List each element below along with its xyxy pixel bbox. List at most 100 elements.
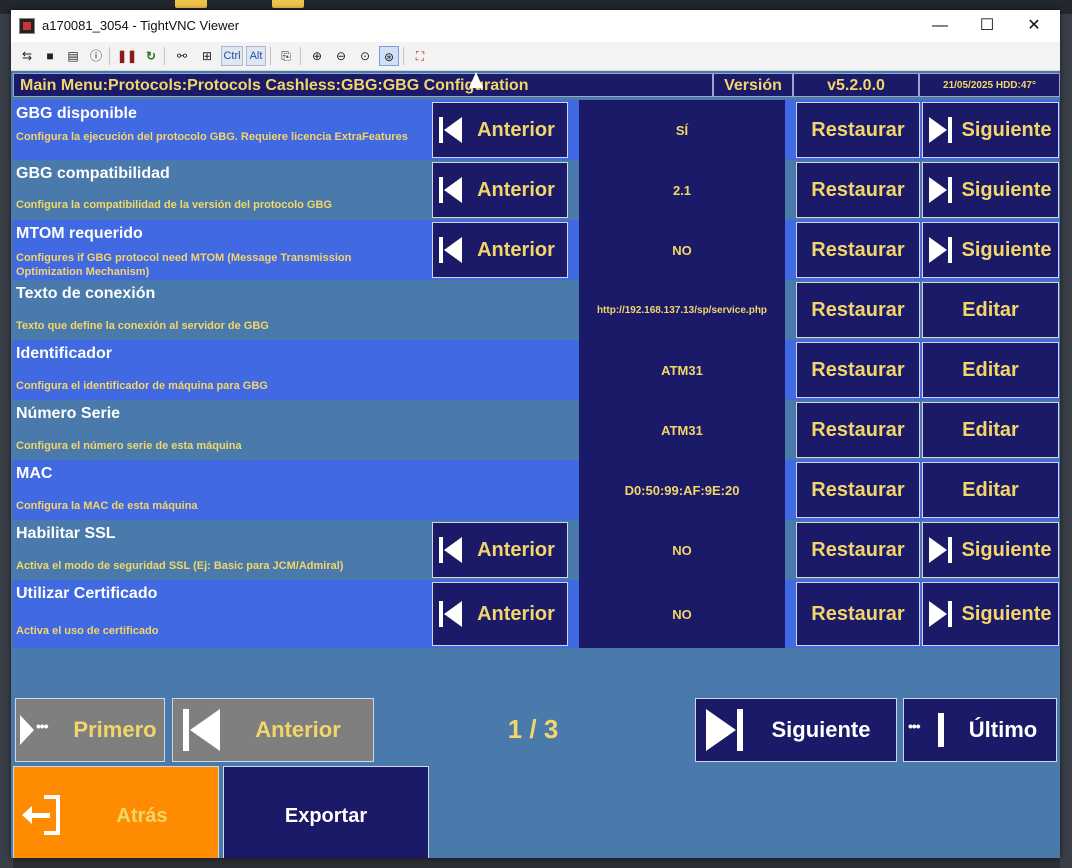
restore-button[interactable]: Restaurar [796,582,920,646]
exit-door-icon [22,793,66,839]
first-page-button[interactable]: Primero [15,698,165,762]
prev-option-button[interactable]: Anterior [432,522,568,578]
setting-row-gbg-disponible: GBG disponible Configura la ejecución de… [13,100,1060,160]
setting-title: Identificador [16,345,113,362]
new-connection-icon[interactable]: ⇆ [17,46,37,66]
close-button[interactable]: ✕ [1011,10,1057,42]
setting-row-mac: MAC Configura la MAC de esta máquina D0:… [13,460,1060,520]
restore-button[interactable]: Restaurar [796,342,920,398]
zoom-in-icon[interactable]: ⊕ [307,46,327,66]
setting-description: Configura el identificador de máquina pa… [16,380,268,392]
setting-description: Configures if GBG protocol need MTOM (Me… [16,252,352,278]
edit-button[interactable]: Editar [922,462,1059,518]
fullscreen-icon[interactable]: ⛶ [410,46,430,66]
next-option-button[interactable]: Siguiente [922,582,1059,646]
info-icon[interactable]: ⓘ [86,46,106,66]
setting-description: Texto que define la conexión al servidor… [16,320,269,332]
desktop-right-edge [1060,14,1072,868]
pause-icon[interactable]: ❚❚ [117,46,137,66]
window-title: a170081_3054 - TightVNC Viewer [42,18,240,33]
zoom-fit-icon[interactable]: ⊛ [379,46,399,66]
next-option-button[interactable]: Siguiente [922,102,1059,158]
next-icon [929,235,955,265]
windows-key-icon[interactable]: ⊞ [197,46,217,66]
alt-toggle-button[interactable]: Alt [246,46,266,66]
previous-icon [439,599,465,629]
restore-button[interactable]: Restaurar [796,282,920,338]
status-date-hdd: 21/05/2025 HDD:47° [919,73,1060,97]
setting-row-gbg-compatibilidad: GBG compatibilidad Configura la compatib… [13,160,1060,220]
window-titlebar: a170081_3054 - TightVNC Viewer — ☐ ✕ [11,10,1060,42]
setting-value: NO [579,520,785,580]
next-page-icon [706,707,746,753]
prev-option-button[interactable]: Anterior [432,582,568,646]
edit-button[interactable]: Editar [922,402,1059,458]
version-value: v5.2.0.0 [793,73,919,97]
previous-icon [439,535,465,565]
save-icon[interactable]: ■ [40,46,60,66]
options-icon[interactable]: ▤ [63,46,83,66]
setting-value: SÍ [579,100,785,160]
edit-button[interactable]: Editar [922,342,1059,398]
restore-button[interactable]: Restaurar [796,402,920,458]
vnc-app-icon [19,18,35,34]
next-icon [929,115,955,145]
setting-row-numero-serie: Número Serie Configura el número serie d… [13,400,1060,460]
setting-title: MTOM requerido [16,225,143,242]
mouse-cursor-icon [469,72,483,88]
setting-row-habilitar-ssl: Habilitar SSL Activa el modo de segurida… [13,520,1060,580]
restore-button[interactable]: Restaurar [796,162,920,218]
page-indicator: 1 / 3 [507,714,559,744]
setting-value: D0:50:99:AF:9E:20 [579,460,785,520]
setting-row-mtom-requerido: MTOM requerido Configures if GBG protoco… [13,220,1060,280]
toolbar-divider [164,47,165,65]
next-page-button[interactable]: Siguiente [695,698,897,762]
restore-button[interactable]: Restaurar [796,462,920,518]
export-button[interactable]: Exportar [223,766,429,858]
last-page-icon [908,713,950,747]
restore-button[interactable]: Restaurar [796,102,920,158]
ctrl-alt-del-icon[interactable]: ⚯ [172,46,192,66]
toolbar-divider [270,47,271,65]
setting-title: Número Serie [16,405,121,422]
previous-page-icon [183,707,223,753]
setting-row-utilizar-certificado: Utilizar Certificado Activa el uso de ce… [13,580,1060,648]
setting-description: Activa el uso de certificado [16,625,159,637]
setting-value: NO [579,580,785,648]
remote-screen: Main Menu:Protocols:Protocols Cashless:G… [13,72,1060,858]
previous-icon [439,235,465,265]
setting-description: Configura la ejecución del protocolo GBG… [16,131,408,143]
previous-icon [439,175,465,205]
next-option-button[interactable]: Siguiente [922,162,1059,218]
first-page-icon [20,715,66,745]
ctrl-toggle-button[interactable]: Ctrl [221,46,243,66]
next-icon [929,535,955,565]
zoom-out-icon[interactable]: ⊖ [331,46,351,66]
prev-option-button[interactable]: Anterior [432,222,568,278]
setting-row-identificador: Identificador Configura el identificador… [13,340,1060,400]
maximize-button[interactable]: ☐ [964,10,1010,42]
minimize-button[interactable]: — [917,10,963,42]
restore-button[interactable]: Restaurar [796,222,920,278]
toolbar-divider [300,47,301,65]
setting-title: Texto de conexión [16,285,156,302]
setting-description: Activa el modo de seguridad SSL (Ej: Bas… [16,560,344,572]
prev-option-button[interactable]: Anterior [432,102,568,158]
back-button[interactable]: Atrás [13,766,219,858]
setting-value: NO [579,220,785,280]
prev-page-button[interactable]: Anterior [172,698,374,762]
last-page-button[interactable]: Último [903,698,1057,762]
clipboard-icon[interactable]: ⎘ [276,46,296,66]
edit-button[interactable]: Editar [922,282,1059,338]
setting-value: http://192.168.137.13/sp/service.php [579,280,785,340]
setting-value: ATM31 [579,340,785,400]
next-icon [929,175,955,205]
setting-title: MAC [16,465,53,482]
setting-description: Configura el número serie de esta máquin… [16,440,242,452]
refresh-icon[interactable]: ↻ [141,46,161,66]
next-option-button[interactable]: Siguiente [922,222,1059,278]
restore-button[interactable]: Restaurar [796,522,920,578]
prev-option-button[interactable]: Anterior [432,162,568,218]
zoom-100-icon[interactable]: ⊙ [355,46,375,66]
next-option-button[interactable]: Siguiente [922,522,1059,578]
